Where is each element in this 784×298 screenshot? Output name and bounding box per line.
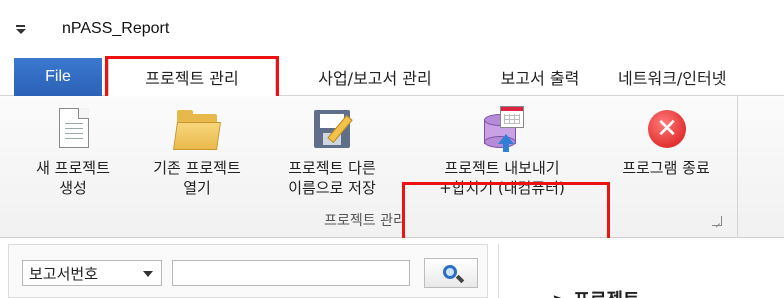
search-input[interactable] [172, 260, 410, 286]
chevron-down-icon [143, 271, 153, 277]
tab-report-output[interactable]: 보고서 출력 [476, 58, 604, 96]
exit-program-label: 프로그램 종료 [622, 159, 710, 177]
search-field-select[interactable]: 보고서번호 [22, 260, 162, 286]
save-as-button[interactable]: 프로젝트 다른 이름으로 저장 [266, 96, 398, 208]
ribbon-group-divider [737, 96, 738, 238]
new-project-button[interactable]: 새 프로젝트 생성 [18, 96, 128, 208]
folder-icon [173, 106, 221, 154]
new-project-label: 새 프로젝트 생성 [36, 159, 110, 197]
database-export-icon [478, 106, 526, 154]
search-button[interactable] [424, 258, 478, 288]
close-circle-icon: ✕ [642, 106, 690, 154]
ribbon-panel: 새 프로젝트 생성 기존 프로젝트 열기 프로젝트 다른 이름으로 저장 프로젝… [0, 96, 784, 298]
search-field-select-value: 보고서번호 [29, 264, 99, 283]
project-section-title: > 프로젝트 [552, 286, 640, 298]
tab-highlight-box [105, 56, 279, 100]
save-as-label: 프로젝트 다른 이름으로 저장 [288, 159, 376, 197]
ribbon-group-label: 프로젝트 관리 [324, 213, 406, 229]
floppy-save-icon [308, 106, 356, 154]
open-project-button[interactable]: 기존 프로젝트 열기 [132, 96, 262, 208]
tab-network-internet[interactable]: 네트워크/인터넷 [618, 58, 784, 96]
group-dialog-launcher-icon[interactable] [712, 216, 722, 226]
tab-business-report-management[interactable]: 사업/보고서 관리 [290, 58, 460, 96]
exit-program-button[interactable]: ✕ 프로그램 종료 [604, 96, 728, 208]
tab-project-management[interactable]: 프로젝트 관리 [105, 56, 279, 100]
project-detail-panel [498, 244, 784, 298]
new-document-icon [49, 106, 97, 154]
window-title: nPASS_Report [62, 20, 170, 37]
open-project-label: 기존 프로젝트 열기 [153, 159, 241, 197]
tab-file[interactable]: File [14, 58, 102, 96]
title-bar: nPASS_Report [0, 0, 784, 54]
quick-access-menu-icon[interactable] [14, 22, 28, 36]
ribbon-tab-row: File 프로젝트 관리 사업/보고서 관리 보고서 출력 네트워크/인터넷 [0, 54, 784, 100]
